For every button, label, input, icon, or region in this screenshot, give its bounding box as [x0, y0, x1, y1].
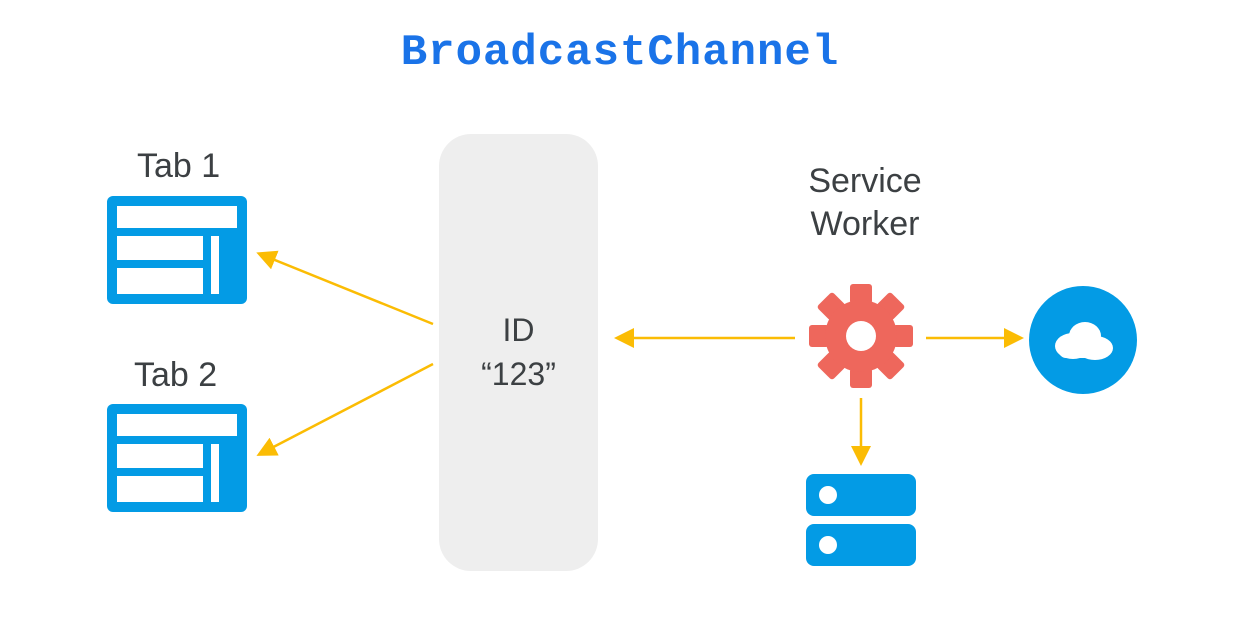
arrow-channel-to-tab2	[260, 364, 433, 454]
gear-icon	[787, 262, 934, 409]
server-icon	[806, 474, 916, 566]
arrow-channel-to-tab1	[260, 254, 433, 324]
arrows-group	[260, 254, 1020, 462]
browser-window-icon	[107, 196, 247, 304]
browser-window-icon	[107, 404, 247, 512]
cloud-icon	[1029, 286, 1137, 394]
